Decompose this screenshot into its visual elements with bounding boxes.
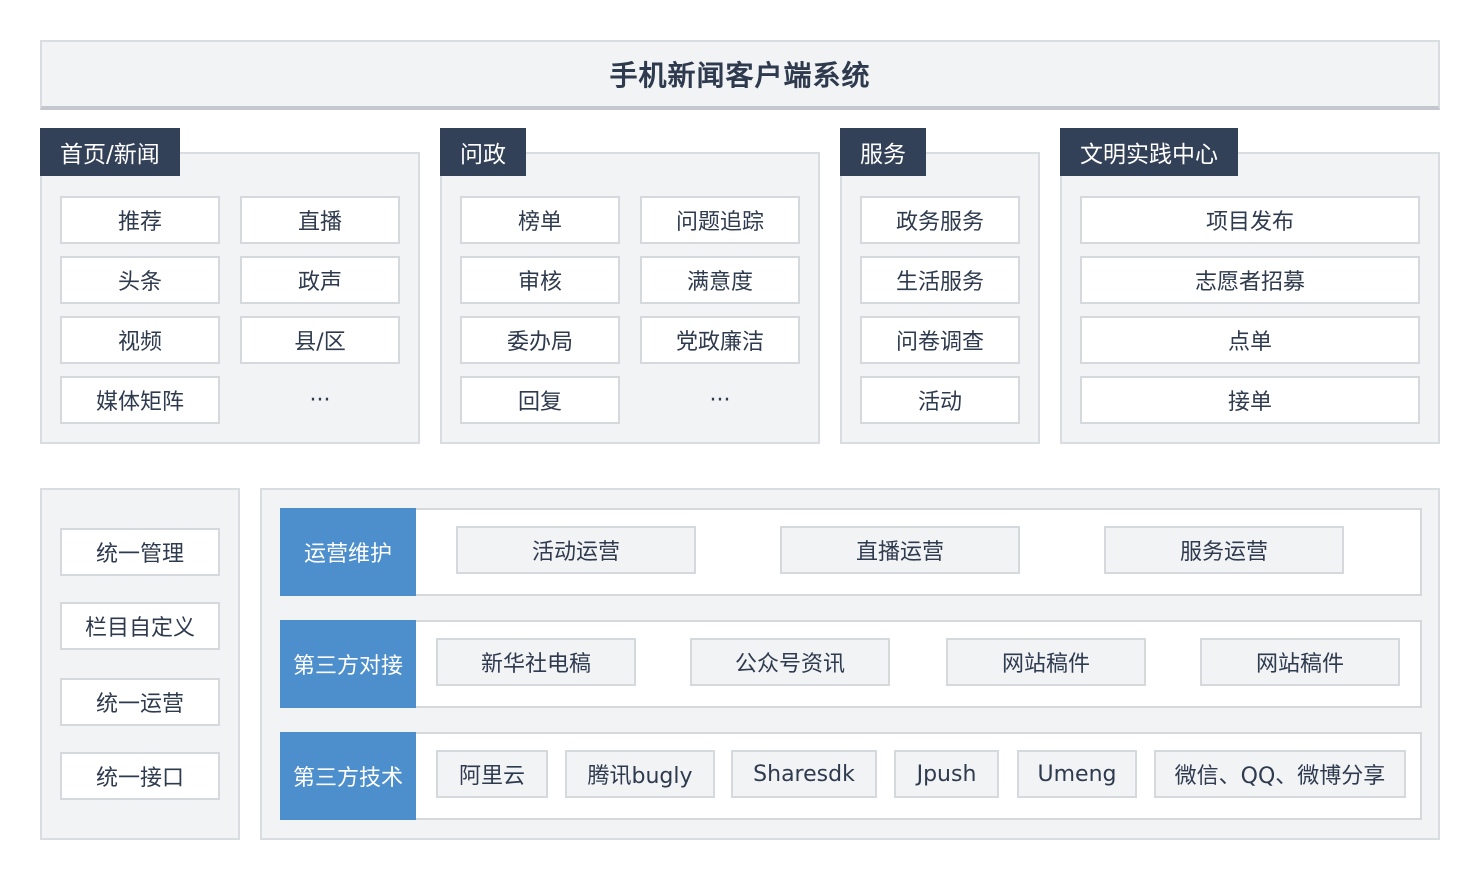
item-gov-voice[interactable]: 政声: [240, 256, 400, 304]
item-more-ellipsis: ···: [309, 387, 331, 413]
item-volunteer-recruit[interactable]: 志愿者招募: [1080, 256, 1420, 304]
item-custom-columns[interactable]: 栏目自定义: [60, 602, 220, 650]
item-media-matrix[interactable]: 媒体矩阵: [60, 376, 220, 424]
item-more-ellipsis: ···: [709, 387, 731, 413]
item-official-account-news[interactable]: 公众号资讯: [690, 638, 890, 686]
item-ranking[interactable]: 榜单: [460, 196, 620, 244]
item-tencent-bugly[interactable]: 腾讯bugly: [565, 750, 715, 798]
item-life-services[interactable]: 生活服务: [860, 256, 1020, 304]
item-reply[interactable]: 回复: [460, 376, 620, 424]
tab-services[interactable]: 服务: [840, 128, 926, 176]
item-satisfaction[interactable]: 满意度: [640, 256, 800, 304]
item-activity-ops[interactable]: 活动运营: [456, 526, 696, 574]
item-unified-management[interactable]: 统一管理: [60, 528, 220, 576]
tab-civilization-center[interactable]: 文明实践中心: [1060, 128, 1238, 176]
item-umeng[interactable]: Umeng: [1017, 750, 1137, 798]
item-unified-interface[interactable]: 统一接口: [60, 752, 220, 800]
item-integrity[interactable]: 党政廉洁: [640, 316, 800, 364]
item-website-articles[interactable]: 网站稿件: [1200, 638, 1400, 686]
item-unified-operation[interactable]: 统一运营: [60, 678, 220, 726]
item-jpush[interactable]: Jpush: [894, 750, 999, 798]
item-website-articles[interactable]: 网站稿件: [946, 638, 1146, 686]
item-project-publish[interactable]: 项目发布: [1080, 196, 1420, 244]
system-title: 手机新闻客户端系统: [40, 40, 1440, 110]
item-sharesdk[interactable]: Sharesdk: [731, 750, 877, 798]
item-social-share[interactable]: 微信、QQ、微博分享: [1154, 750, 1406, 798]
row-label-third-party-integration: 第三方对接: [280, 620, 416, 708]
item-live-ops[interactable]: 直播运营: [780, 526, 1020, 574]
item-gov-services[interactable]: 政务服务: [860, 196, 1020, 244]
tab-inquiry[interactable]: 问政: [440, 128, 526, 176]
item-accept-order[interactable]: 接单: [1080, 376, 1420, 424]
item-aliyun[interactable]: 阿里云: [436, 750, 548, 798]
item-service-ops[interactable]: 服务运营: [1104, 526, 1344, 574]
item-issue-tracking[interactable]: 问题追踪: [640, 196, 800, 244]
item-activities[interactable]: 活动: [860, 376, 1020, 424]
item-bureau[interactable]: 委办局: [460, 316, 620, 364]
item-video[interactable]: 视频: [60, 316, 220, 364]
row-label-operations: 运营维护: [280, 508, 416, 596]
item-survey[interactable]: 问卷调查: [860, 316, 1020, 364]
tab-home-news[interactable]: 首页/新闻: [40, 128, 180, 176]
item-order[interactable]: 点单: [1080, 316, 1420, 364]
item-headline[interactable]: 头条: [60, 256, 220, 304]
item-live[interactable]: 直播: [240, 196, 400, 244]
row-label-third-party-tech: 第三方技术: [280, 732, 416, 820]
item-county-district[interactable]: 县/区: [240, 316, 400, 364]
item-recommend[interactable]: 推荐: [60, 196, 220, 244]
item-review[interactable]: 审核: [460, 256, 620, 304]
item-xinhua-wire[interactable]: 新华社电稿: [436, 638, 636, 686]
